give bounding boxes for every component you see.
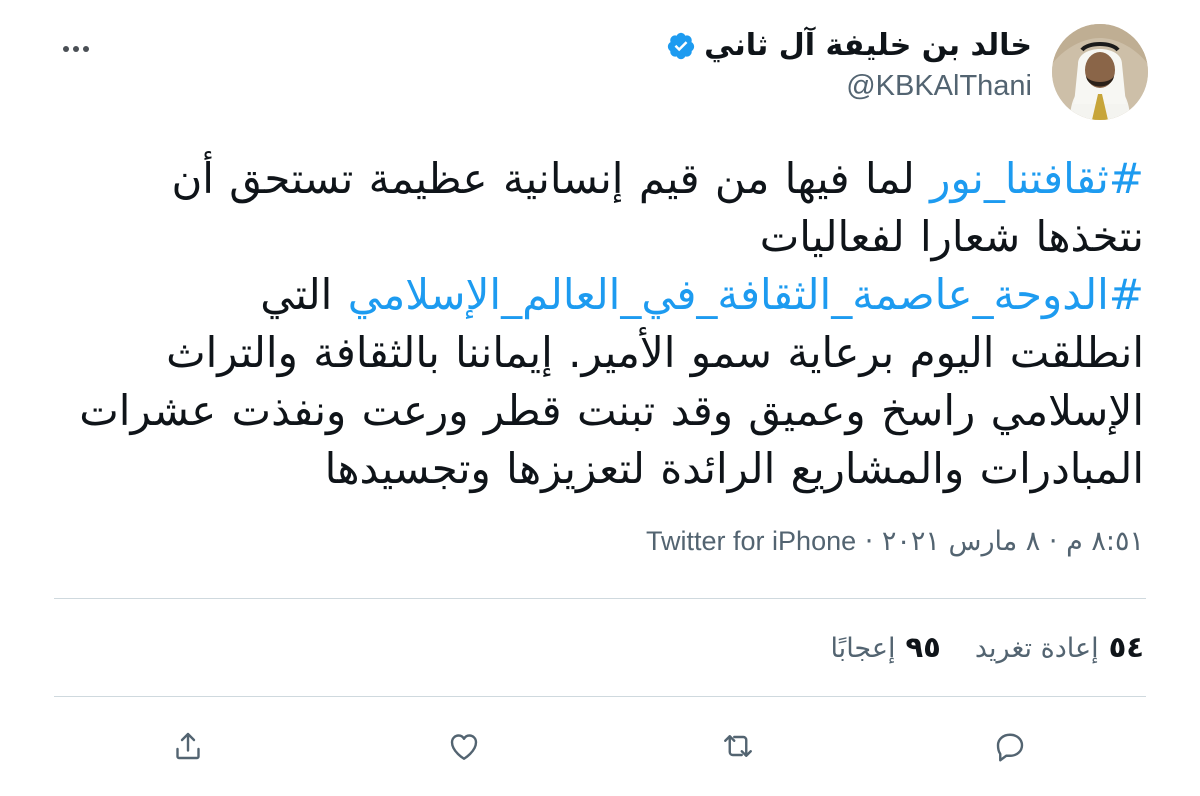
tweet-text: #ثقافتنا_نور لما فيها من قيم إنسانية عظي… (34, 150, 1144, 498)
tweet-source[interactable]: Twitter for iPhone (646, 526, 856, 556)
tweet-text-segment: التي (260, 270, 348, 319)
tweet-text-segment: انطلقت اليوم برعاية سمو الأمير. إيماننا … (166, 328, 1144, 377)
share-icon (176, 732, 200, 760)
more-dot-icon (83, 46, 89, 52)
verified-badge-icon (667, 32, 695, 59)
divider (54, 598, 1146, 599)
hashtag-link[interactable]: #الدوحة_عاصمة_الثقافة_في_العالم_الإسلامي (348, 270, 1144, 319)
retweet-button[interactable] (710, 718, 766, 774)
tweet-text-line: #ثقافتنا_نور لما فيها من قيم إنسانية عظي… (34, 150, 1144, 208)
likes-count: ٩٥ (905, 630, 941, 664)
tweet-text-segment: المبادرات والمشاريع الرائدة لتعزيزها وتج… (324, 444, 1144, 493)
tweet-text-line: انطلقت اليوم برعاية سمو الأمير. إيماننا … (34, 324, 1144, 382)
tweet-text-line: المبادرات والمشاريع الرائدة لتعزيزها وتج… (34, 440, 1144, 498)
hashtag-link[interactable]: #ثقافتنا_نور (930, 154, 1144, 203)
reply-button[interactable] (982, 718, 1038, 774)
retweets-count: ٥٤ (1108, 630, 1144, 664)
meta-separator: · (1048, 526, 1058, 557)
tweet-time[interactable]: ٨:٥١ م (1066, 526, 1144, 557)
tweet-text-line: #الدوحة_عاصمة_الثقافة_في_العالم_الإسلامي… (34, 266, 1144, 324)
tweet-text-segment: نتخذها شعارا لفعاليات (759, 212, 1144, 261)
avatar[interactable] (1052, 24, 1148, 120)
tweet-text-segment: الإسلامي راسخ وعميق وقد تبنت قطر ورعت ون… (79, 386, 1144, 435)
like-button[interactable] (436, 718, 492, 774)
tweet-stats: ٥٤ إعادة تغريد ٩٥ إعجابًا (830, 630, 1144, 664)
tweet-date[interactable]: ٨ مارس ٢٠٢١ (882, 526, 1040, 557)
tweet-meta: ٨:٥١ م · ٨ مارس ٢٠٢١ · Twitter for iPhon… (646, 526, 1144, 557)
more-dot-icon (73, 46, 79, 52)
retweets-stat[interactable]: ٥٤ إعادة تغريد (975, 630, 1144, 664)
more-options-button[interactable] (56, 34, 96, 64)
tweet-text-segment: لما فيها من قيم إنسانية عظيمة تستحق أن (171, 154, 931, 203)
author-name-row[interactable]: خالد بن خليفة آل ثاني (666, 28, 1032, 63)
retweets-label: إعادة تغريد (974, 633, 1099, 664)
author-handle[interactable]: @KBKAlThani (846, 70, 1032, 103)
tweet-text-line: الإسلامي راسخ وعميق وقد تبنت قطر ورعت ون… (34, 382, 1144, 440)
tweet-card: خالد بن خليفة آل ثاني @KBKAlThani #ثقافت… (0, 0, 1200, 796)
likes-label: إعجابًا (830, 633, 896, 664)
likes-stat[interactable]: ٩٥ إعجابًا (830, 630, 940, 664)
tweet-text-line: نتخذها شعارا لفعاليات (34, 208, 1144, 266)
heart-icon (450, 734, 478, 760)
reply-icon (996, 733, 1024, 762)
more-dot-icon (63, 46, 69, 52)
retweet-icon (724, 735, 752, 757)
divider (54, 696, 1146, 697)
tweet-actions (0, 718, 1200, 774)
meta-separator: · (864, 526, 874, 557)
avatar-image (1052, 24, 1148, 120)
author-name[interactable]: خالد بن خليفة آل ثاني (704, 28, 1032, 63)
share-button[interactable] (160, 718, 216, 774)
